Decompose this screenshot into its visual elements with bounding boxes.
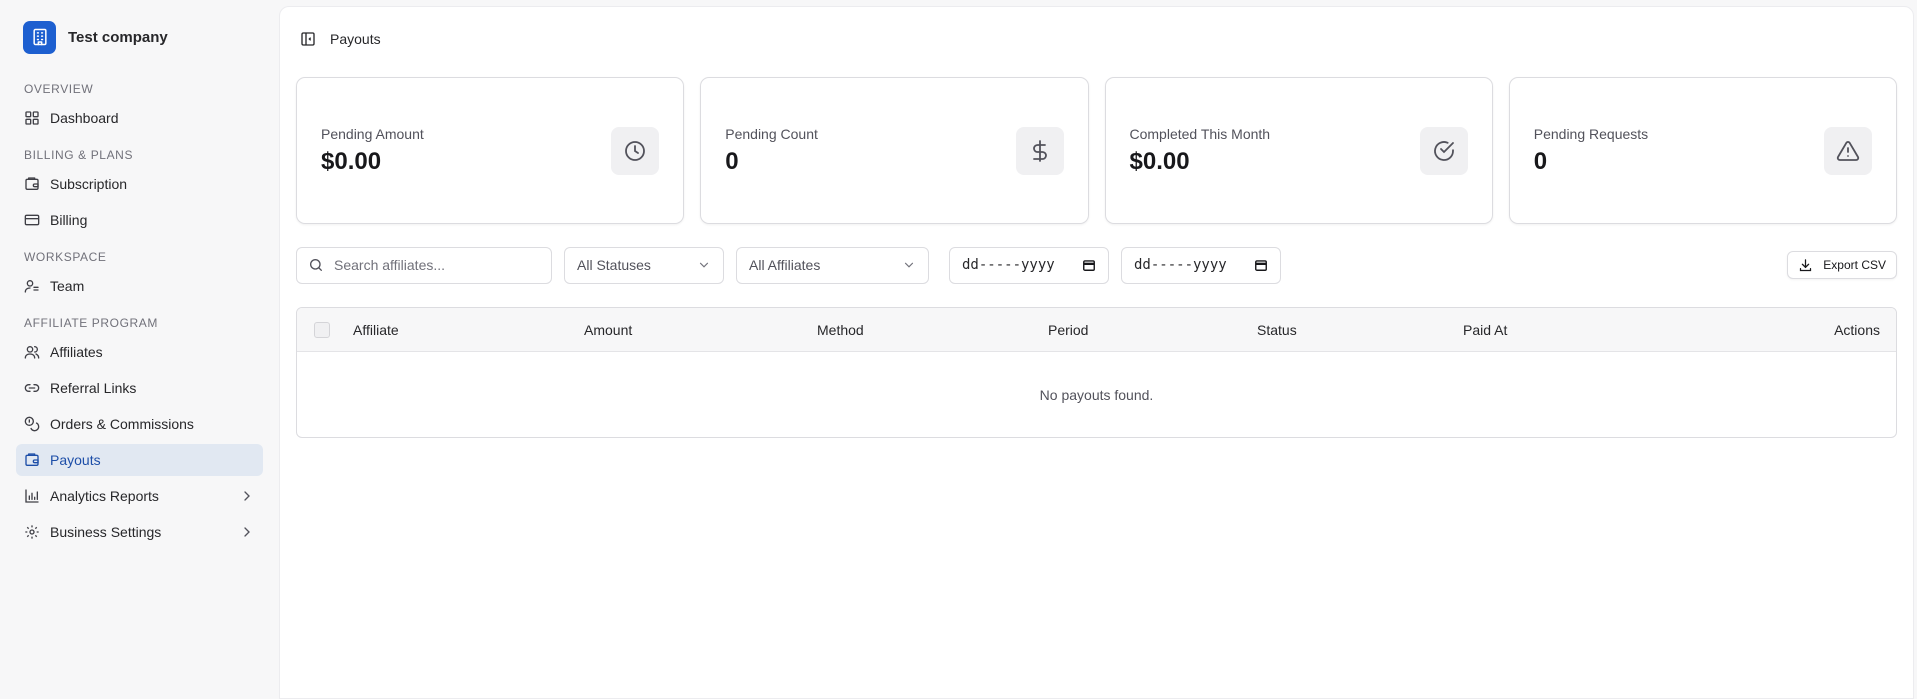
topbar: Payouts — [280, 7, 1913, 71]
stat-value: $0.00 — [321, 147, 382, 175]
page-title: Payouts — [330, 31, 381, 47]
chevron-down-icon — [697, 258, 711, 272]
sidebar-item-label: Analytics Reports — [50, 488, 159, 504]
table-header: Affiliate Amount Method Period Status Pa… — [297, 308, 1896, 352]
stat-card-pending-requests: Pending Requests 0 — [1508, 77, 1897, 224]
dollar-icon — [1015, 126, 1064, 175]
column-header-status[interactable]: Status — [1257, 308, 1297, 352]
sidebar-item-label: Payouts — [50, 452, 101, 468]
coins-icon — [24, 416, 40, 432]
check-circle-icon — [1419, 126, 1468, 175]
building-icon — [23, 20, 56, 54]
stat-card-pending-amount: Pending Amount $0.00 — [296, 77, 685, 224]
stat-label: Completed This Month — [1129, 125, 1271, 142]
chevron-down-icon — [902, 258, 916, 272]
credit-card-icon — [24, 212, 40, 228]
sidebar-item-orders-commissions[interactable]: Orders & Commissions — [16, 408, 263, 440]
filter-bar: All Statuses All Affiliates dd-----yyyy … — [296, 246, 1897, 284]
clock-icon — [611, 126, 660, 175]
wallet-icon — [24, 452, 40, 468]
select-all-checkbox[interactable] — [314, 322, 330, 338]
status-select[interactable]: All Statuses — [564, 246, 724, 284]
stat-label: Pending Count — [725, 125, 818, 142]
sidebar-item-affiliates[interactable]: Affiliates — [16, 336, 263, 368]
sidebar-item-business-settings[interactable]: Business Settings — [16, 516, 263, 548]
sidebar-item-team[interactable]: Team — [16, 270, 263, 302]
sidebar-item-dashboard[interactable]: Dashboard — [16, 102, 263, 134]
stat-value: 0 — [725, 147, 739, 175]
download-icon — [1798, 258, 1813, 273]
sidebar-item-label: Affiliates — [50, 344, 103, 360]
status-select-value: All Statuses — [577, 257, 651, 273]
stat-value: $0.00 — [1129, 147, 1190, 175]
date-to-input[interactable]: dd-----yyyy — [1121, 246, 1281, 284]
column-header-period[interactable]: Period — [1048, 308, 1088, 352]
sidebar-item-analytics-reports[interactable]: Analytics Reports — [16, 480, 263, 512]
nav-section-affiliate: AFFILIATE PROGRAM — [24, 316, 158, 330]
column-header-affiliate[interactable]: Affiliate — [353, 308, 399, 352]
column-header-paid-at[interactable]: Paid At — [1463, 308, 1507, 352]
column-header-amount[interactable]: Amount — [584, 308, 632, 352]
main-panel: Payouts Pending Amount $0.00 Pending Cou… — [279, 6, 1914, 699]
nav-section-overview: OVERVIEW — [24, 82, 94, 96]
nav-section-workspace: WORKSPACE — [24, 250, 107, 264]
search-input[interactable] — [334, 257, 534, 273]
sidebar-item-label: Business Settings — [50, 524, 162, 540]
column-header-actions: Actions — [1834, 322, 1880, 338]
stats-cards: Pending Amount $0.00 Pending Count 0 Com… — [296, 77, 1897, 224]
export-csv-label: Export CSV — [1823, 258, 1886, 272]
sidebar-item-referral-links[interactable]: Referral Links — [16, 372, 263, 404]
stat-label: Pending Requests — [1533, 125, 1649, 142]
sidebar-item-label: Subscription — [50, 176, 128, 192]
nav-section-billing: BILLING & PLANS — [24, 148, 134, 162]
users-icon — [24, 344, 40, 360]
grid-icon — [24, 110, 40, 126]
link-icon — [24, 380, 40, 396]
search-field[interactable] — [296, 246, 552, 284]
sidebar-item-label: Orders & Commissions — [50, 416, 194, 432]
calendar-icon[interactable] — [1254, 258, 1268, 272]
date-to-value: dd-----yyyy — [1134, 257, 1227, 273]
column-header-method[interactable]: Method — [817, 308, 864, 352]
sidebar-item-subscription[interactable]: Subscription — [16, 168, 263, 200]
sidebar-toggle-icon[interactable] — [296, 27, 320, 51]
stat-label: Pending Amount — [321, 125, 424, 142]
search-icon — [308, 257, 324, 273]
sidebar-item-billing[interactable]: Billing — [16, 204, 263, 236]
stat-card-completed-this-month: Completed This Month $0.00 — [1104, 77, 1493, 224]
stat-value: 0 — [1533, 147, 1548, 175]
alert-triangle-icon — [1824, 126, 1872, 175]
export-csv-button[interactable]: Export CSV — [1787, 251, 1897, 279]
company-switcher[interactable]: Test company — [16, 0, 263, 74]
gear-icon — [24, 524, 40, 540]
date-from-value: dd-----yyyy — [962, 257, 1055, 273]
stat-card-pending-count: Pending Count 0 — [700, 77, 1089, 224]
user-icon — [24, 278, 40, 294]
calendar-icon[interactable] — [1082, 258, 1096, 272]
table-empty-message: No payouts found. — [1039, 387, 1154, 403]
bar-chart-icon — [24, 488, 40, 504]
chevron-right-icon — [239, 488, 255, 504]
chevron-right-icon — [239, 524, 255, 540]
sidebar: Test company OVERVIEW Dashboard BILLING … — [0, 0, 279, 699]
affiliate-select[interactable]: All Affiliates — [736, 246, 929, 284]
affiliate-select-value: All Affiliates — [749, 257, 821, 273]
sidebar-item-label: Billing — [50, 212, 88, 228]
sidebar-item-label: Referral Links — [50, 380, 137, 396]
sidebar-item-label: Team — [50, 278, 85, 294]
sidebar-item-payouts[interactable]: Payouts — [16, 444, 263, 476]
company-name: Test company — [68, 28, 168, 46]
date-from-input[interactable]: dd-----yyyy — [949, 246, 1109, 284]
sidebar-item-label: Dashboard — [50, 110, 119, 126]
wallet-icon — [24, 176, 40, 192]
payouts-table: Affiliate Amount Method Period Status Pa… — [296, 307, 1897, 438]
